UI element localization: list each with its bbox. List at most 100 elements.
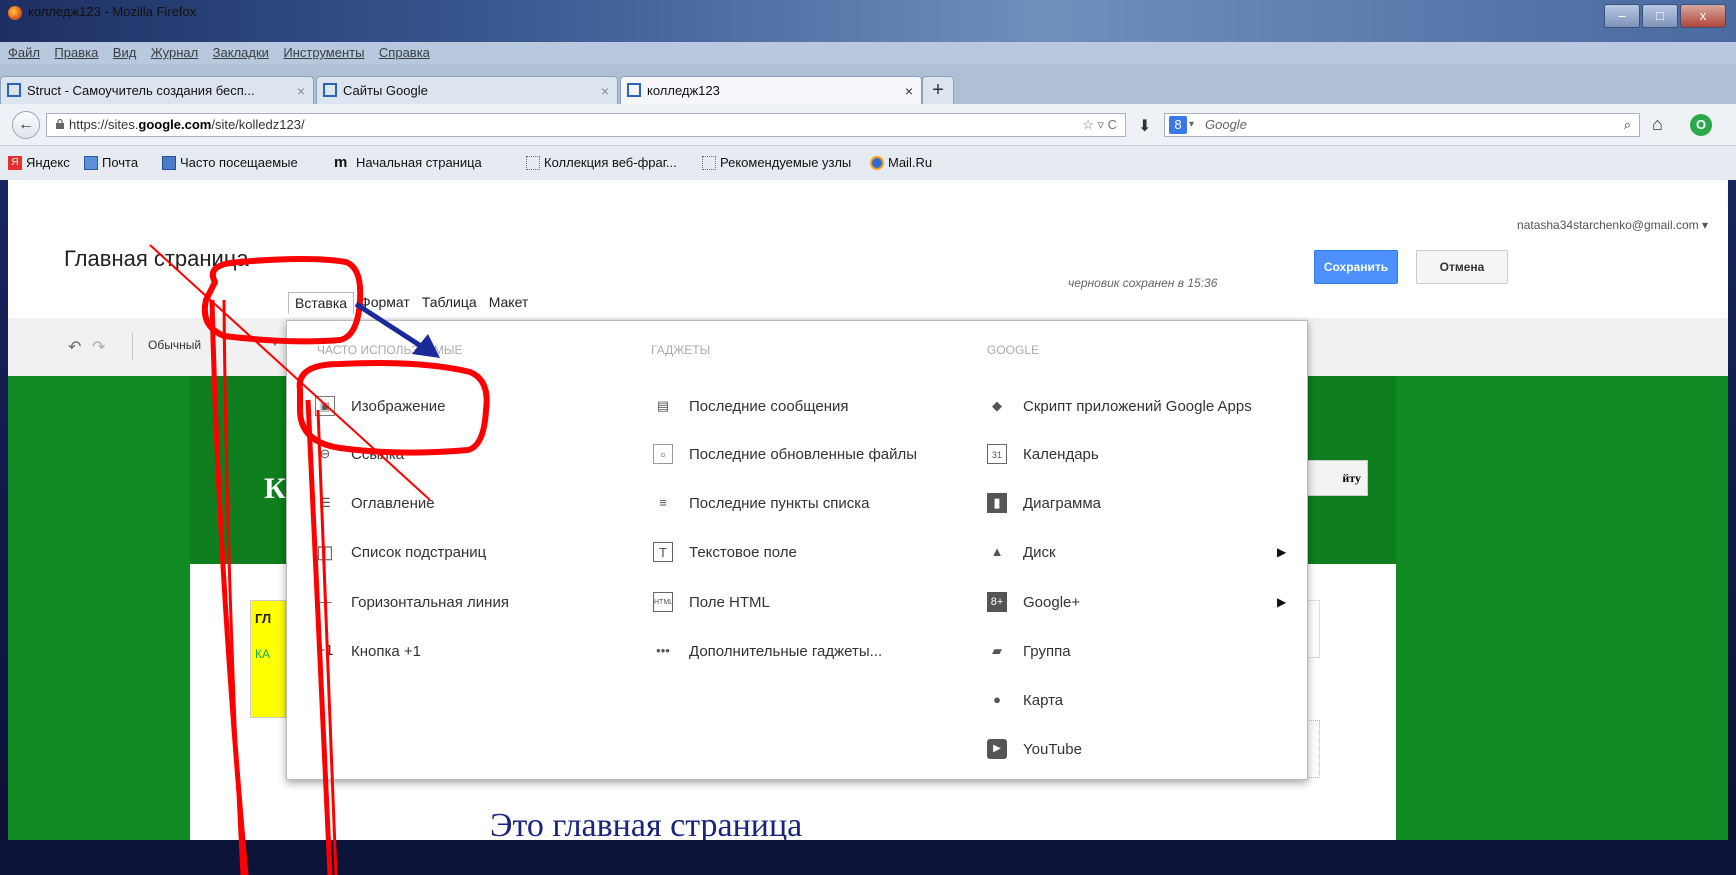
tab-strip: Struct - Самоучитель создания бесп... × … — [0, 64, 1736, 104]
map-pin-icon: ● — [993, 692, 1001, 707]
share-site-button[interactable]: йту — [1298, 460, 1368, 496]
undo-icon[interactable]: ↶ — [68, 337, 81, 357]
menu-item-map[interactable]: ● Карта — [987, 687, 1063, 713]
menu-item-recent-list[interactable]: ≡ Последние пункты списка — [653, 490, 869, 516]
menu-format[interactable]: Формат — [354, 292, 416, 314]
menu-item-toc[interactable]: ☰ Оглавление — [315, 490, 434, 516]
close-window-button[interactable]: x — [1680, 4, 1726, 28]
url-bar[interactable]: https://sites.google.com/site/kolledz123… — [46, 113, 1126, 137]
youtube-icon: ▶ — [987, 739, 1007, 759]
tab-college123[interactable]: колледж123 × — [620, 76, 922, 104]
group-icon: ▰ — [992, 643, 1002, 658]
most-visited-icon — [162, 155, 176, 170]
search-placeholder: Google — [1205, 117, 1247, 132]
bookmark-mailru[interactable]: Mail.Ru — [870, 155, 932, 170]
menu-file[interactable]: Файл — [8, 42, 40, 64]
frame-bottom — [0, 840, 1736, 875]
gplus-icon: 8+ — [987, 592, 1007, 612]
menu-item-plusone[interactable]: +1 Кнопка +1 — [315, 638, 421, 664]
search-bar[interactable]: 8 ▾ Google ⌕ — [1164, 113, 1640, 137]
menu-item-more-gadgets[interactable]: ••• Дополнительные гаджеты... — [653, 638, 882, 664]
menu-item-apps-script[interactable]: ◆ Скрипт приложений Google Apps — [987, 393, 1252, 419]
more-icon: ••• — [656, 643, 670, 658]
page-title[interactable]: Главная страница — [64, 246, 249, 272]
menu-item-calendar[interactable]: 31 Календарь — [987, 441, 1099, 467]
maximize-button[interactable]: □ — [1642, 4, 1678, 28]
image-icon: ▣ — [315, 396, 335, 416]
firefox-logo-icon — [8, 6, 22, 20]
tab-close-icon[interactable]: × — [297, 77, 305, 105]
menu-table[interactable]: Таблица — [416, 292, 483, 314]
mailru-icon — [870, 155, 884, 170]
paragraph-style-select[interactable]: Обычный — [148, 338, 201, 352]
menubar: Файл Правка Вид Журнал Закладки Инструме… — [0, 42, 1736, 64]
menu-item-chart[interactable]: ▮ Диаграмма — [987, 490, 1101, 516]
tab-label: Struct - Самоучитель создания бесп... — [27, 83, 255, 98]
tab-google-sites[interactable]: Сайты Google × — [316, 76, 618, 104]
redo-icon[interactable]: ↷ — [92, 337, 105, 357]
account-menu[interactable]: natasha34starchenko@gmail.com ▾ — [1517, 218, 1708, 232]
start-page-icon: m — [334, 153, 348, 171]
menu-history[interactable]: Журнал — [151, 42, 198, 64]
menu-item-html[interactable]: HTML Поле HTML — [653, 589, 770, 615]
search-icon[interactable]: ⌕ — [1624, 114, 1631, 136]
textbox-icon: T — [653, 542, 673, 562]
bookmark-yandex[interactable]: Я Яндекс — [8, 155, 70, 170]
bookmark-mail[interactable]: Почта — [84, 155, 138, 170]
menu-layout[interactable]: Макет — [483, 292, 535, 314]
save-button[interactable]: Сохранить — [1314, 250, 1398, 284]
new-tab-button[interactable]: + — [922, 76, 954, 104]
page-icon — [7, 83, 21, 97]
hline-icon: — — [318, 594, 332, 609]
toc-icon: ☰ — [319, 495, 331, 510]
menu-edit[interactable]: Правка — [54, 42, 98, 64]
menu-insert[interactable]: Вставка — [288, 292, 355, 314]
menu-help[interactable]: Справка — [379, 42, 430, 64]
menu-view[interactable]: Вид — [113, 42, 137, 64]
bookmark-most-visited[interactable]: Часто посещаемые — [162, 155, 298, 170]
sidebar-nav-box: ГЛ КА — [250, 600, 286, 718]
window-title: колледж123 - Mozilla Firefox — [28, 4, 197, 19]
web-slice-icon — [702, 155, 716, 170]
menu-item-youtube[interactable]: ▶ YouTube — [987, 736, 1082, 762]
web-slice-icon — [526, 155, 540, 170]
toolbar-divider — [132, 332, 133, 360]
site-name: К — [264, 472, 286, 505]
cancel-button[interactable]: Отмена — [1416, 250, 1508, 284]
tab-close-icon[interactable]: × — [601, 77, 609, 105]
page-heading[interactable]: Это главная страница — [490, 812, 802, 840]
menu-item-image[interactable]: ▣ Изображение — [315, 393, 446, 419]
search-engine-icon[interactable]: 8 — [1169, 116, 1187, 134]
menu-item-google-plus[interactable]: 8+ Google+ ▶ — [987, 589, 1297, 615]
yandex-icon: Я — [8, 155, 22, 170]
menu-item-recent-files[interactable]: ▫ Последние обновленные файлы — [653, 441, 917, 467]
home-icon[interactable]: ⌂ — [1652, 114, 1663, 135]
minimize-button[interactable]: – — [1604, 4, 1640, 28]
menu-tools[interactable]: Инструменты — [283, 42, 364, 64]
page-icon — [323, 83, 337, 97]
navigation-bar: ← https://sites.google.com/site/kolledz1… — [0, 104, 1736, 146]
menu-item-recent-posts[interactable]: ▤ Последние сообщения — [653, 393, 849, 419]
nav-box-link[interactable]: КА — [255, 647, 270, 661]
bookmark-web-slices[interactable]: Коллекция веб-фраг... — [526, 155, 677, 170]
recent-files-icon: ▫ — [653, 444, 673, 464]
search-engine-caret-icon[interactable]: ▾ — [1189, 114, 1194, 136]
chart-icon: ▮ — [987, 493, 1007, 513]
menu-item-textbox[interactable]: T Текстовое поле — [653, 539, 797, 565]
bookmark-star-icon[interactable]: ☆ ▿ C — [1082, 114, 1117, 136]
page-icon — [627, 83, 641, 97]
tab-struct[interactable]: Struct - Самоучитель создания бесп... × — [0, 76, 314, 104]
chevron-down-icon[interactable]: ▼ — [270, 338, 280, 349]
bookmark-start-page[interactable]: m Начальная страница — [334, 153, 482, 171]
menu-bookmarks[interactable]: Закладки — [213, 42, 269, 64]
download-icon[interactable]: ⬇ — [1138, 116, 1151, 136]
menu-item-drive[interactable]: ▲ Диск ▶ — [987, 539, 1297, 565]
menu-item-subpages[interactable]: ◫ Список подстраниц — [315, 539, 486, 565]
tab-close-icon[interactable]: × — [905, 77, 913, 105]
bookmark-recommended[interactable]: Рекомендуемые узлы — [702, 155, 851, 170]
back-button[interactable]: ← — [12, 111, 40, 139]
menu-item-horizontal-line[interactable]: — Горизонтальная линия — [315, 589, 509, 615]
menu-item-group[interactable]: ▰ Группа — [987, 638, 1071, 664]
addon-icon[interactable]: O — [1690, 114, 1712, 136]
menu-item-link[interactable]: ⊖ Ссылка — [315, 441, 405, 467]
